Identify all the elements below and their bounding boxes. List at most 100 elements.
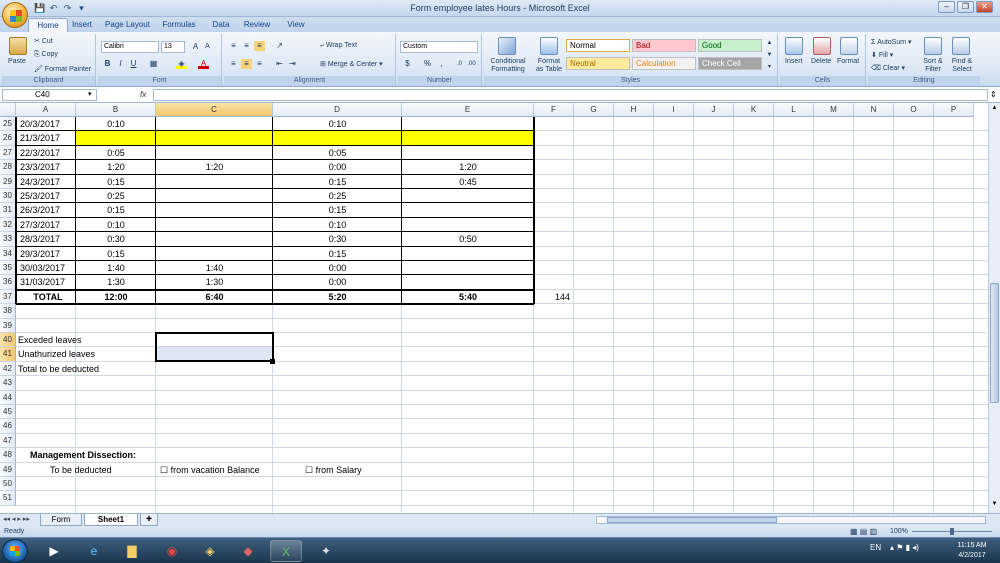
leave-cell[interactable]: 0:45 [402,175,534,189]
restore-button[interactable]: ❐ [957,1,974,13]
row-header[interactable]: 35 [0,261,16,276]
row-header[interactable]: 48 [0,448,16,463]
late-hours-cell[interactable]: 0:15 [76,175,156,189]
merge-center-button[interactable]: ⊞ Merge & Center ▾ [320,60,383,68]
late-hours-cell[interactable]: 1:40 [76,261,156,275]
leave-cell[interactable] [402,261,534,275]
name-box-dropdown-icon[interactable]: ▾ [88,90,92,98]
date-cell[interactable]: 26/3/2017 [18,203,76,217]
insert-sheet-icon[interactable]: ✚ [140,514,158,526]
leave-cell[interactable] [402,189,534,203]
tab-formulas[interactable]: Formulas [160,18,198,32]
tray-icons[interactable]: ▴ ⚑ ▮ ◂) [890,543,919,552]
permission-cell[interactable] [156,203,273,217]
percent-button[interactable]: % [422,59,433,69]
management-title[interactable]: Management Dissection: [30,448,273,462]
align-bottom-icon[interactable]: ≡ [254,41,265,51]
column-header-h[interactable]: H [614,103,654,117]
tab-data[interactable]: Data [208,18,234,32]
date-cell[interactable]: 24/3/2017 [18,175,76,189]
permission-cell[interactable] [156,131,273,145]
font-name-select[interactable]: Calibri [101,41,159,53]
clear-button[interactable]: ⌫ Clear ▾ [871,64,905,72]
row-header[interactable]: 25 [0,117,16,132]
style-good[interactable]: Good [698,39,762,52]
view-normal-icon[interactable]: ▦ ▤ ▥ [850,526,877,537]
align-left-icon[interactable]: ≡ [228,59,239,69]
net-late-cell[interactable]: 0:00 [273,160,402,174]
net-late-cell[interactable]: 0:00 [273,275,402,289]
row-header[interactable]: 27 [0,145,16,161]
row-header[interactable]: 44 [0,390,16,405]
permission-cell[interactable]: 1:30 [156,275,273,289]
column-header-a[interactable]: A [16,103,76,117]
shrink-font-button[interactable]: A [202,42,213,52]
conditional-formatting-icon[interactable] [498,37,516,55]
zoom-level[interactable]: 100% [890,526,908,537]
grow-font-button[interactable]: A [190,42,201,52]
column-header-p[interactable]: P [934,103,974,117]
row-header[interactable]: 45 [0,405,16,420]
late-hours-cell[interactable]: 0:05 [76,146,156,160]
expand-formula-bar-icon[interactable]: ⇕ [990,90,997,99]
folder-icon[interactable]: ▇ [116,540,148,562]
row-header[interactable]: 38 [0,304,16,319]
late-hours-cell[interactable]: 1:30 [76,275,156,289]
chrome-icon[interactable]: ◉ [156,540,188,562]
f-value-cell[interactable] [534,131,570,145]
format-painter-button[interactable]: 🖌 Format Painter [34,65,91,73]
sheet-tab-sheet1[interactable]: Sheet1 [84,514,138,526]
find-select-icon[interactable] [952,37,970,55]
fill-handle[interactable] [270,358,275,364]
f-value-cell[interactable] [534,189,570,203]
media-player-icon[interactable]: ▶ [38,540,70,562]
decrease-decimal-icon[interactable]: .00 [466,59,477,69]
tab-insert[interactable]: Insert [70,18,94,32]
copy-button[interactable]: ⎘ Copy [34,51,58,59]
row-header[interactable]: 32 [0,217,16,233]
tab-home[interactable]: Home [28,18,68,32]
style-normal[interactable]: Normal [566,39,630,52]
close-button[interactable]: ✕ [976,1,993,13]
row-header[interactable]: 36 [0,275,16,290]
delete-cells-icon[interactable] [813,37,831,55]
to-be-deducted-label[interactable]: To be deducted [50,463,156,477]
late-hours-cell[interactable] [76,131,156,145]
underline-button[interactable]: U [128,59,139,69]
permission-cell[interactable]: 1:20 [156,160,273,174]
late-hours-cell[interactable]: 0:10 [76,117,156,131]
horizontal-scrollbar[interactable] [596,516,986,524]
date-cell[interactable]: 20/3/2017 [18,117,76,131]
conditional-formatting-button[interactable]: Conditional Formatting [486,58,530,74]
row-header[interactable]: 31 [0,203,16,218]
leave-cell[interactable] [402,247,534,261]
insert-function-button[interactable]: fx [140,90,146,99]
sheet-nav-icon[interactable]: ◂◂ ◂ ▸ ▸▸ [3,515,30,523]
system-clock[interactable]: 11:15 AM 4/2/2017 [948,541,996,561]
column-header-o[interactable]: O [894,103,934,117]
paste-icon[interactable] [9,37,27,55]
tab-view[interactable]: View [283,18,309,32]
app-icon-3[interactable]: ✦ [310,540,342,562]
tab-review[interactable]: Review [240,18,274,32]
vertical-scroll-thumb[interactable] [990,283,999,403]
sort-filter-button[interactable]: Sort & Filter [920,58,946,74]
horizontal-scroll-thumb[interactable] [607,517,777,523]
align-center-icon[interactable]: ≡ [241,59,252,69]
row-header[interactable]: 29 [0,174,16,189]
f-value-cell[interactable] [534,146,570,160]
app-icon[interactable]: ◈ [194,540,226,562]
column-header-k[interactable]: K [734,103,774,117]
style-bad[interactable]: Bad [632,39,696,52]
leave-cell[interactable] [402,275,534,289]
leave-cell[interactable] [402,218,534,232]
font-size-select[interactable]: 13 [161,41,185,53]
name-box[interactable]: C40 [2,89,97,101]
row-header[interactable]: 26 [0,131,16,146]
summary-label[interactable]: Unathurized leaves [14,347,156,361]
row-header[interactable]: 50 [0,477,16,492]
column-header-j[interactable]: J [694,103,734,117]
decrease-indent-icon[interactable]: ⇤ [274,59,285,69]
leave-cell[interactable] [402,203,534,217]
late-hours-cell[interactable]: 12:00 [76,290,156,304]
